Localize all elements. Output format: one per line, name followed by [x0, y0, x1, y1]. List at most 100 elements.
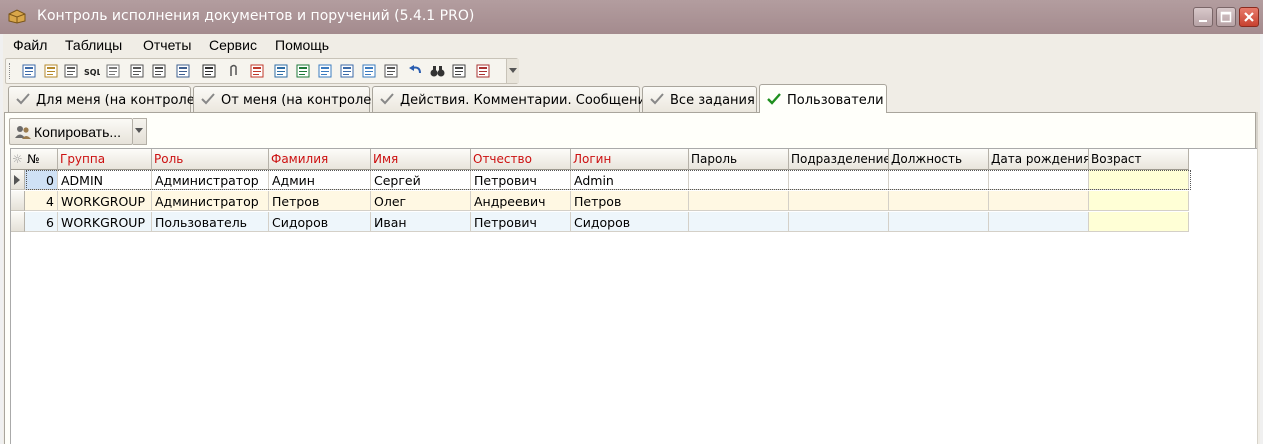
menu-bar: Файл Таблицы Отчеты Сервис Помощь [3, 34, 1260, 56]
menu-help[interactable]: Помощь [275, 37, 329, 53]
excel-icon[interactable] [296, 64, 310, 78]
tab-label: Действия. Комментарии. Сообщения [400, 93, 654, 108]
svg-text:SQL: SQL [84, 68, 100, 77]
cell-dept[interactable] [789, 170, 889, 190]
tab-users[interactable]: Пользователи [759, 84, 887, 113]
column-header-age[interactable]: Возраст [1089, 149, 1189, 170]
cell-first[interactable]: Олег [371, 191, 471, 211]
cell-position[interactable] [889, 191, 989, 211]
column-header-login[interactable]: Логин [571, 149, 689, 170]
table-icon[interactable] [64, 64, 78, 78]
cell-role[interactable]: Администратор [152, 191, 269, 211]
toolbar-grip[interactable] [9, 63, 13, 79]
row-indicator[interactable] [11, 191, 25, 211]
column-header-dept[interactable]: Подразделение [789, 149, 889, 170]
attach-icon[interactable] [226, 64, 240, 78]
cell-password[interactable] [689, 170, 789, 190]
form-icon[interactable] [176, 64, 190, 78]
cell-middle[interactable]: Андреевич [471, 191, 571, 211]
check-icon [201, 93, 215, 105]
cell-group[interactable]: ADMIN [58, 170, 152, 190]
column-header-middle[interactable]: Отчество [471, 149, 571, 170]
menu-file[interactable]: Файл [13, 37, 47, 53]
cell-last[interactable]: Сидоров [269, 212, 371, 232]
chart-icon[interactable] [476, 64, 490, 78]
cell-login[interactable]: Петров [571, 191, 689, 211]
cell-middle[interactable]: Петрович [471, 170, 571, 190]
cell-age[interactable] [1089, 212, 1189, 232]
binoculars-icon[interactable] [430, 64, 445, 78]
column-header-role[interactable]: Роль [152, 149, 269, 170]
html-export-icon[interactable] [362, 64, 376, 78]
sql-icon[interactable]: SQL [84, 64, 102, 78]
minimize-button[interactable] [1193, 7, 1213, 27]
cell-last[interactable]: Петров [269, 191, 371, 211]
cell-first[interactable]: Сергей [371, 170, 471, 190]
cell-password[interactable] [689, 212, 789, 232]
cell-no[interactable]: 4 [25, 191, 58, 211]
cell-last[interactable]: Админ [269, 170, 371, 190]
cell-first[interactable]: Иван [371, 212, 471, 232]
cell-middle[interactable]: Петрович [471, 212, 571, 232]
menu-reports[interactable]: Отчеты [143, 37, 191, 53]
row-indicator[interactable] [11, 212, 25, 232]
tab-for-me[interactable]: Для меня (на контроле) [8, 86, 200, 112]
edit-document-icon[interactable] [44, 64, 58, 78]
menu-service[interactable]: Сервис [209, 37, 257, 53]
cell-birth[interactable] [989, 212, 1089, 232]
check-icon [380, 93, 394, 105]
column-header-last[interactable]: Фамилия [269, 149, 371, 170]
column-header-no[interactable]: № [25, 149, 58, 170]
cell-position[interactable] [889, 212, 989, 232]
tab-from-me[interactable]: От меня (на контроле) [193, 86, 376, 112]
cell-no[interactable]: 6 [25, 212, 58, 232]
cell-age[interactable] [1089, 191, 1189, 211]
maximize-button[interactable] [1216, 7, 1236, 27]
undo-icon[interactable] [408, 64, 422, 78]
toolbar-overflow-button[interactable] [506, 59, 519, 83]
cell-role[interactable]: Администратор [152, 170, 269, 190]
users-table[interactable]: ☼ № Группа Роль Фамилия Имя Отчество Логин Парол… [10, 148, 1257, 444]
print-icon[interactable] [130, 64, 144, 78]
flag-icon[interactable] [250, 64, 264, 78]
tab-all-tasks[interactable]: Все задания [642, 86, 757, 112]
split-icon[interactable] [152, 64, 166, 78]
column-header-password[interactable]: Пароль [689, 149, 789, 170]
calendar-icon[interactable] [274, 64, 288, 78]
copy-dropdown-button[interactable] [133, 118, 147, 145]
cell-login[interactable]: Admin [571, 170, 689, 190]
current-row-icon [14, 175, 20, 185]
close-button[interactable] [1239, 7, 1259, 27]
column-header-birth[interactable]: Дата рождения [989, 149, 1089, 170]
clipboard-icon[interactable] [340, 64, 354, 78]
cell-role[interactable]: Пользователь [152, 212, 269, 232]
preview-icon[interactable] [384, 64, 398, 78]
cell-age[interactable] [1089, 170, 1189, 190]
menu-tables[interactable]: Таблицы [65, 37, 122, 53]
check-icon [16, 93, 30, 105]
cell-dept[interactable] [789, 212, 889, 232]
card-icon[interactable] [452, 64, 466, 78]
row-indicator[interactable] [11, 170, 25, 190]
column-header-group[interactable]: Группа [58, 149, 152, 170]
cell-no[interactable]: 0 [25, 170, 58, 190]
tab-actions-comments[interactable]: Действия. Комментарии. Сообщения [372, 86, 654, 112]
new-record-icon[interactable] [22, 64, 36, 78]
row-indicator-header[interactable]: ☼ [11, 149, 26, 170]
column-header-position[interactable]: Должность [889, 149, 989, 170]
cell-position[interactable] [889, 170, 989, 190]
check-icon [767, 93, 781, 105]
filter-icon[interactable] [106, 64, 120, 78]
toolbar: SQL [5, 58, 519, 84]
html-icon[interactable] [318, 64, 332, 78]
cell-dept[interactable] [789, 191, 889, 211]
cell-group[interactable]: WORKGROUP [58, 212, 152, 232]
export-icon[interactable] [202, 64, 216, 78]
cell-birth[interactable] [989, 191, 1089, 211]
column-header-first[interactable]: Имя [371, 149, 471, 170]
cell-password[interactable] [689, 191, 789, 211]
cell-login[interactable]: Сидоров [571, 212, 689, 232]
cell-group[interactable]: WORKGROUP [58, 191, 152, 211]
copy-button[interactable]: Копировать... [9, 118, 133, 145]
cell-birth[interactable] [989, 170, 1089, 190]
